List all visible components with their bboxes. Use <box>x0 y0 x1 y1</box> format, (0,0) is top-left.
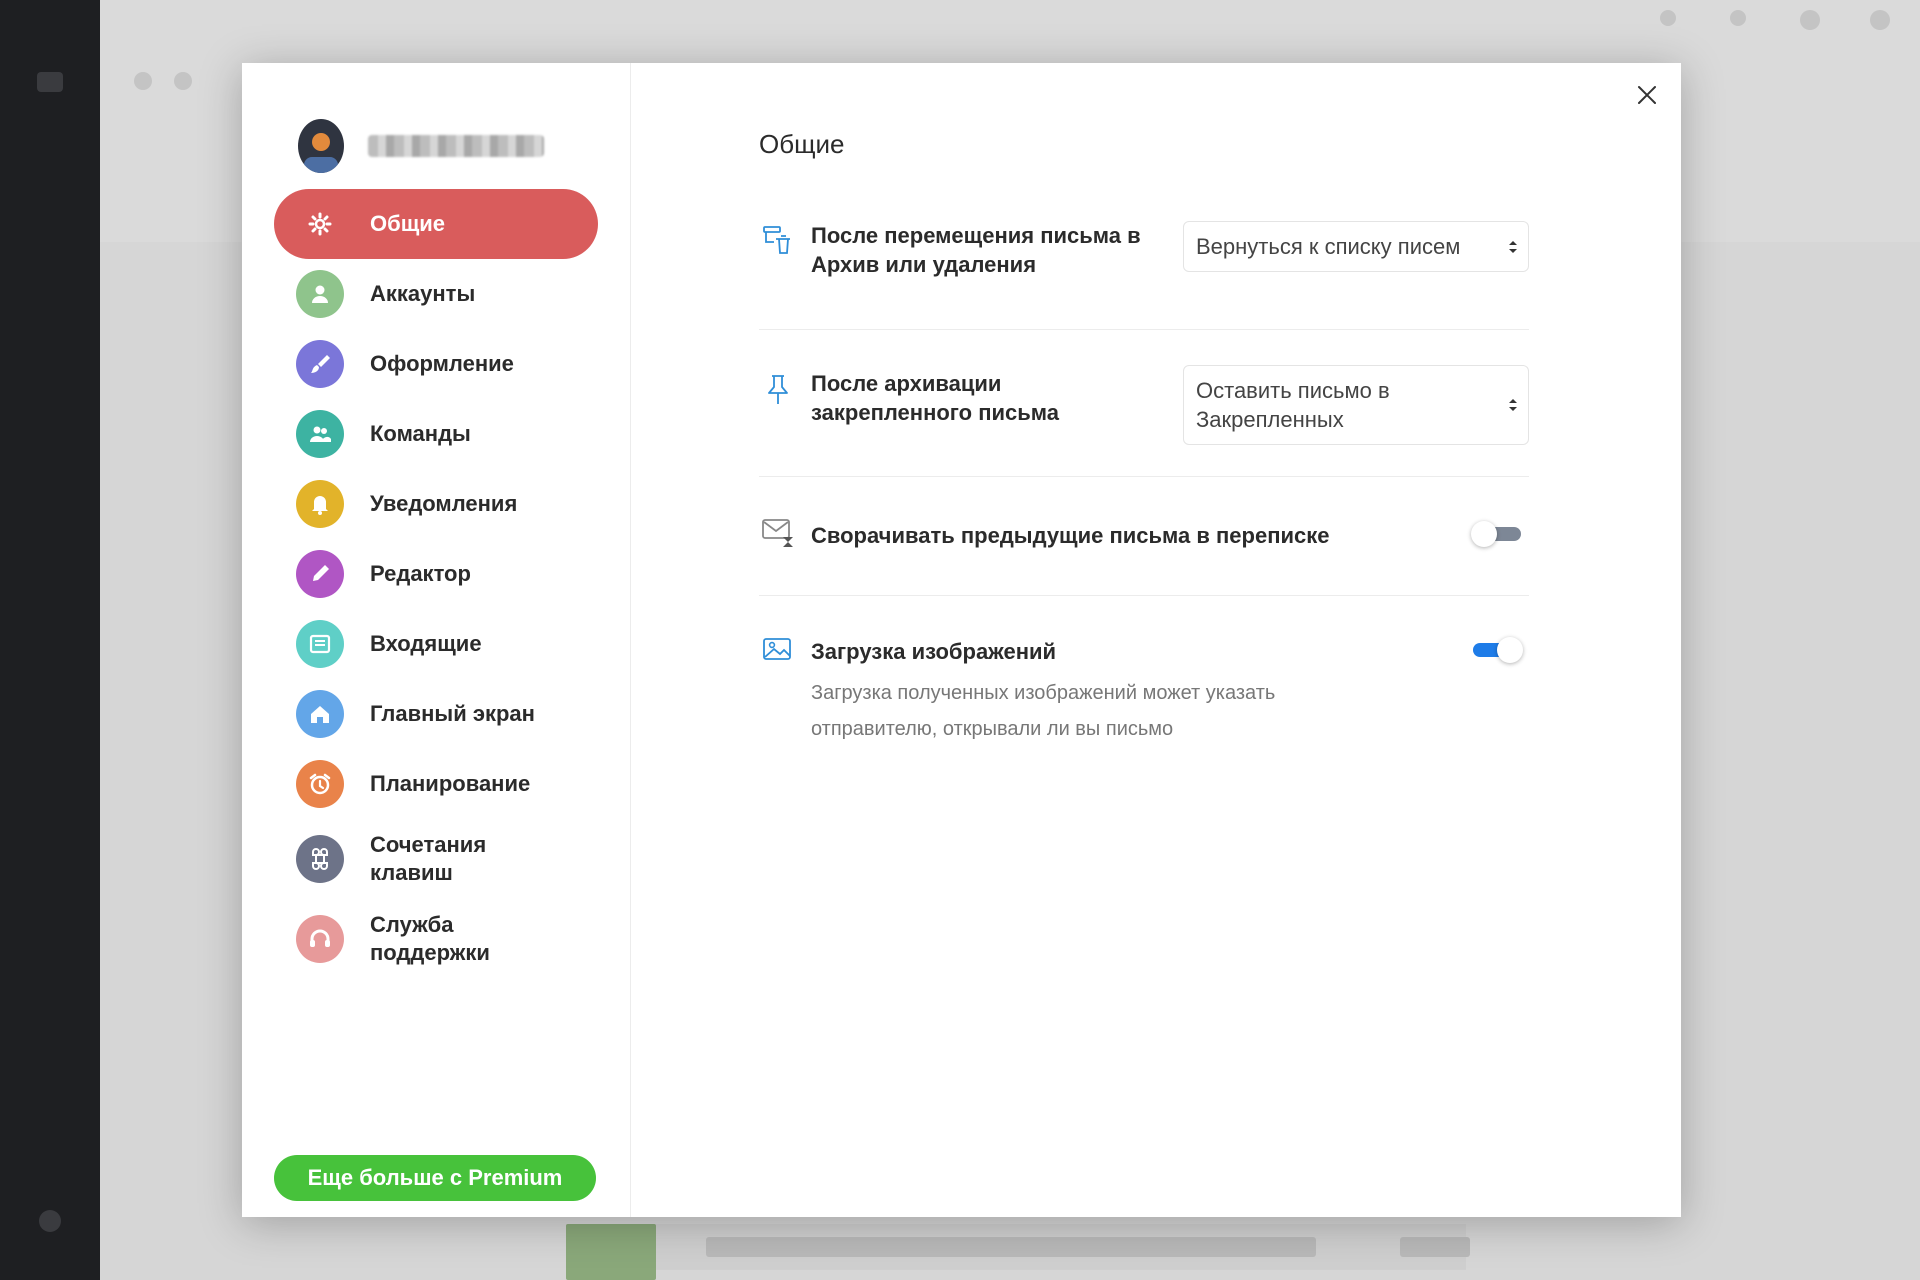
premium-button[interactable]: Еще больше с Premium <box>274 1155 596 1201</box>
profile[interactable] <box>298 119 544 173</box>
alarm-icon <box>296 760 344 808</box>
command-key-icon <box>296 835 344 883</box>
collapse-previous-toggle[interactable] <box>1471 521 1523 547</box>
pen-icon <box>296 550 344 598</box>
divider <box>759 476 1529 477</box>
sidebar-item-label: Сочетания клавиш <box>370 832 487 885</box>
close-icon <box>1638 86 1656 104</box>
sidebar-item-5[interactable]: Редактор <box>274 539 598 609</box>
load-images-toggle[interactable] <box>1471 637 1523 663</box>
sidebar-item-8[interactable]: Планирование <box>274 749 598 819</box>
user-icon <box>296 270 344 318</box>
setting-title: После архивации закрепленного письма <box>811 371 1060 425</box>
avatar <box>298 119 344 173</box>
after-move-select[interactable]: Вернуться к списку писем <box>1183 221 1529 272</box>
brush-icon <box>296 340 344 388</box>
page-title: Общие <box>759 129 845 159</box>
sidebar-item-label: Служба поддержки <box>370 912 490 965</box>
sidebar-item-label: Уведомления <box>370 491 518 516</box>
pin-icon <box>768 375 788 404</box>
sidebar-item-4[interactable]: Уведомления <box>274 469 598 539</box>
sidebar-item-10[interactable]: Служба поддержки <box>274 899 598 979</box>
inbox-icon <box>296 620 344 668</box>
select-value: Вернуться к списку писем <box>1196 234 1461 259</box>
gear-icon <box>296 200 344 248</box>
headset-icon <box>296 915 344 963</box>
sidebar-item-7[interactable]: Главный экран <box>274 679 598 749</box>
sidebar-item-label: Команды <box>370 421 471 446</box>
sidebar-item-2[interactable]: Оформление <box>274 329 598 399</box>
image-icon <box>763 638 791 660</box>
setting-after-move: После перемещения письма в Архив или уда… <box>759 221 1529 291</box>
setting-load-images: Загрузка изображений Загрузка полученных… <box>759 633 1529 773</box>
after-archive-select[interactable]: Оставить письмо в Закрепленных <box>1183 365 1529 445</box>
sidebar-item-label: Оформление <box>370 351 514 376</box>
profile-name-redacted <box>368 135 544 157</box>
setting-after-archive-pinned: После архивации закрепленного письма Ост… <box>759 365 1529 445</box>
sidebar-item-9[interactable]: Сочетания клавиш <box>274 819 598 899</box>
divider <box>759 595 1529 596</box>
home-icon <box>296 690 344 738</box>
divider <box>759 329 1529 330</box>
sidebar-item-3[interactable]: Команды <box>274 399 598 469</box>
sidebar-item-label: Главный экран <box>370 701 535 726</box>
settings-nav: Общие Аккаунты Оформление Команды Уведомлени… <box>274 189 598 979</box>
collapse-mail-icon <box>762 519 793 547</box>
setting-title: Загрузка изображений <box>811 639 1057 664</box>
settings-sidebar: Общие Аккаунты Оформление Команды Уведомлени… <box>242 63 631 1217</box>
sidebar-item-1[interactable]: Аккаунты <box>274 259 598 329</box>
select-arrows-icon <box>1509 240 1517 253</box>
close-button[interactable] <box>1629 77 1665 113</box>
select-value: Оставить письмо в Закрепленных <box>1196 378 1390 432</box>
sidebar-item-6[interactable]: Входящие <box>274 609 598 679</box>
sidebar-item-label: Редактор <box>370 561 471 586</box>
setting-collapse-previous: Сворачивать предыдущие письма в переписк… <box>759 515 1529 555</box>
setting-title: Сворачивать предыдущие письма в переписк… <box>811 523 1330 548</box>
sidebar-item-label: Аккаунты <box>370 281 476 306</box>
background-thumbnail <box>566 1224 656 1280</box>
settings-modal: Общие Аккаунты Оформление Команды Уведомлени… <box>242 63 1681 1217</box>
archive-trash-icon <box>763 226 790 254</box>
bell-icon <box>296 480 344 528</box>
sidebar-item-label: Планирование <box>370 771 531 796</box>
select-arrows-icon <box>1509 399 1517 411</box>
team-icon <box>296 410 344 458</box>
setting-description: Загрузка полученных изображений может ук… <box>811 682 1276 740</box>
settings-content: Общие После перемещения письма в Архив и… <box>631 63 1681 1217</box>
sidebar-item-label: Общие <box>370 211 446 236</box>
background-sidebar <box>0 0 100 1280</box>
sidebar-item-label: Входящие <box>370 631 482 656</box>
setting-title: После перемещения письма в Архив или уда… <box>811 223 1141 277</box>
sidebar-item-0[interactable]: Общие <box>274 189 598 259</box>
